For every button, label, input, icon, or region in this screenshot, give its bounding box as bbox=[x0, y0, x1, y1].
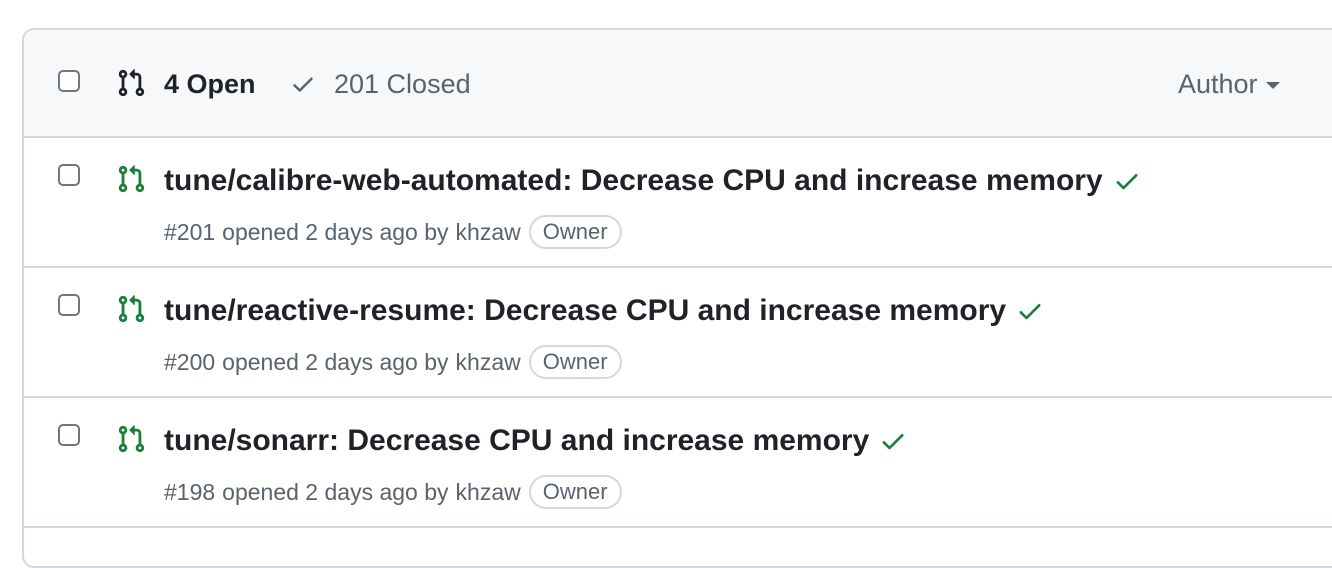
pull-request-meta: #200 opened 2 days ago by khzaw Owner bbox=[164, 344, 622, 380]
pull-request-title-link[interactable]: tune/sonarr: Decrease CPU and increase m… bbox=[164, 424, 869, 458]
closed-tab[interactable]: 201 Closed bbox=[290, 66, 471, 102]
author-filter-label: Author bbox=[1178, 68, 1258, 99]
git-pull-request-open-icon bbox=[118, 425, 145, 453]
git-pull-request-open-icon bbox=[118, 295, 145, 323]
open-tab-label: 4 Open bbox=[164, 68, 256, 99]
check-icon bbox=[293, 77, 313, 92]
row-select-checkbox[interactable] bbox=[58, 294, 80, 316]
author-link[interactable]: khzaw bbox=[456, 219, 521, 246]
open-tab[interactable]: 4 Open bbox=[164, 66, 256, 102]
check-success-icon[interactable] bbox=[879, 427, 907, 455]
row-select-checkbox[interactable] bbox=[58, 424, 80, 446]
check-success-icon[interactable] bbox=[1016, 297, 1044, 325]
opened-text: opened 2 days ago by bbox=[222, 218, 449, 245]
select-all-checkbox[interactable] bbox=[58, 70, 80, 92]
pull-request-title-link[interactable]: tune/reactive-resume: Decrease CPU and i… bbox=[164, 294, 1006, 328]
check-success-icon[interactable] bbox=[1113, 167, 1141, 195]
pull-request-meta: #201 opened 2 days ago by khzaw Owner bbox=[164, 214, 622, 250]
git-pull-request-open-icon bbox=[118, 165, 145, 193]
pull-request-row: tune/reactive-resume: Decrease CPU and i… bbox=[24, 268, 1332, 398]
pull-request-number: #201 bbox=[164, 218, 216, 245]
pull-request-list: 4 Open 201 Closed Author tune/calibre-we… bbox=[22, 28, 1332, 568]
pull-request-title-line: tune/calibre-web-automated: Decrease CPU… bbox=[164, 160, 1141, 202]
owner-badge: Owner bbox=[528, 345, 622, 379]
opened-text: opened 2 days ago by bbox=[222, 348, 449, 375]
pull-request-row: tune/calibre-web-automated: Decrease CPU… bbox=[24, 138, 1332, 268]
pull-request-meta: #198 opened 2 days ago by khzaw Owner bbox=[164, 474, 622, 510]
triangle-down-icon bbox=[1265, 82, 1280, 89]
closed-tab-label: 201 Closed bbox=[334, 68, 471, 99]
pull-request-number: #198 bbox=[164, 478, 216, 505]
owner-badge: Owner bbox=[528, 475, 622, 509]
owner-badge: Owner bbox=[528, 215, 622, 249]
row-select-checkbox[interactable] bbox=[58, 164, 80, 186]
pull-request-title-line: tune/sonarr: Decrease CPU and increase m… bbox=[164, 420, 907, 462]
git-pull-request-icon bbox=[118, 69, 145, 97]
author-link[interactable]: khzaw bbox=[456, 349, 521, 376]
pull-request-row: tune/sonarr: Decrease CPU and increase m… bbox=[24, 398, 1332, 528]
author-link[interactable]: khzaw bbox=[456, 479, 521, 506]
author-filter-dropdown[interactable]: Author bbox=[1178, 66, 1280, 102]
pull-request-title-link[interactable]: tune/calibre-web-automated: Decrease CPU… bbox=[164, 164, 1103, 198]
opened-text: opened 2 days ago by bbox=[222, 478, 449, 505]
pull-request-title-line: tune/reactive-resume: Decrease CPU and i… bbox=[164, 290, 1044, 332]
pull-request-number: #200 bbox=[164, 348, 216, 375]
list-header: 4 Open 201 Closed Author bbox=[24, 30, 1332, 138]
